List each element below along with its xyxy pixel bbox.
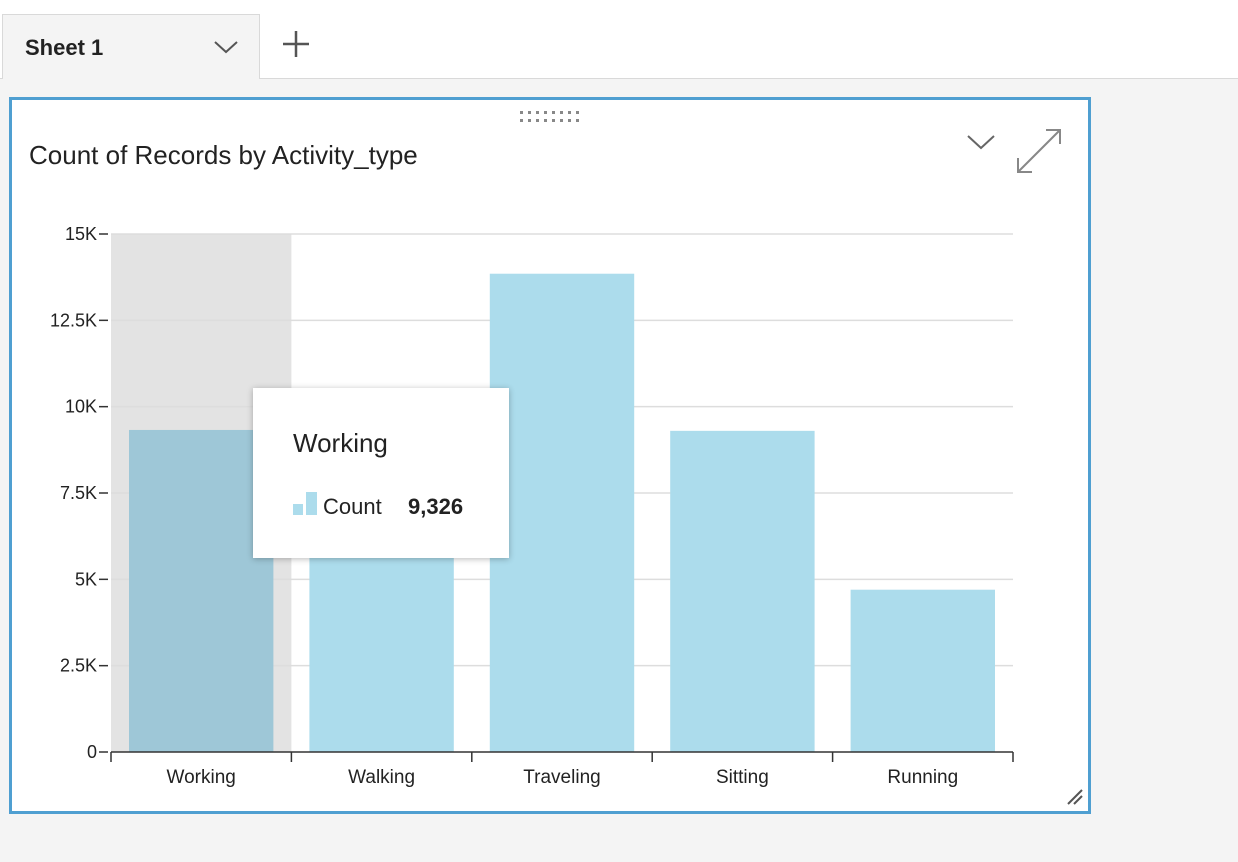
chevron-down-icon[interactable] (211, 37, 241, 57)
y-tick-label: 10K (65, 397, 97, 417)
add-sheet-button[interactable] (280, 28, 312, 60)
bar-working (129, 429, 274, 752)
y-tick-label: 0 (87, 742, 97, 762)
tooltip-measure-value: 9,326 (408, 494, 464, 519)
bar-chart-icon (293, 491, 319, 517)
x-tick-label: Traveling (523, 767, 600, 788)
resize-handle-icon[interactable] (1064, 786, 1086, 808)
sheet-tab-bar: Sheet 1 (0, 4, 1238, 79)
bar-sitting (670, 430, 815, 752)
x-tick-label: Working (167, 767, 236, 788)
y-tick-label: 2.5K (60, 656, 97, 676)
y-tick-label: 12.5K (50, 310, 97, 330)
chart-tooltip: Working Count 9,326 (253, 388, 509, 558)
visual-container[interactable]: Count of Records by Activity_type 0 2.5K 5… (9, 97, 1091, 814)
y-tick-label: 7.5K (60, 483, 97, 503)
y-tick-label: 5K (75, 569, 97, 589)
x-tick-label: Walking (348, 767, 415, 788)
x-tick-label: Sitting (716, 767, 769, 788)
x-tick-label: Running (887, 767, 958, 788)
plus-icon (283, 31, 309, 57)
bar-running (850, 589, 995, 752)
bar-traveling (489, 273, 635, 752)
tooltip-measure-label: Count (323, 494, 382, 519)
y-tick-label: 15K (65, 224, 97, 244)
tab-sheet-1[interactable]: Sheet 1 (2, 14, 260, 79)
tab-label: Sheet 1 (25, 35, 104, 60)
bar-chart: 0 2.5K 5K 7.5K 10K 12.5K 15K Working Walking Trav… (50, 224, 1014, 788)
tooltip-category: Working (293, 428, 388, 458)
